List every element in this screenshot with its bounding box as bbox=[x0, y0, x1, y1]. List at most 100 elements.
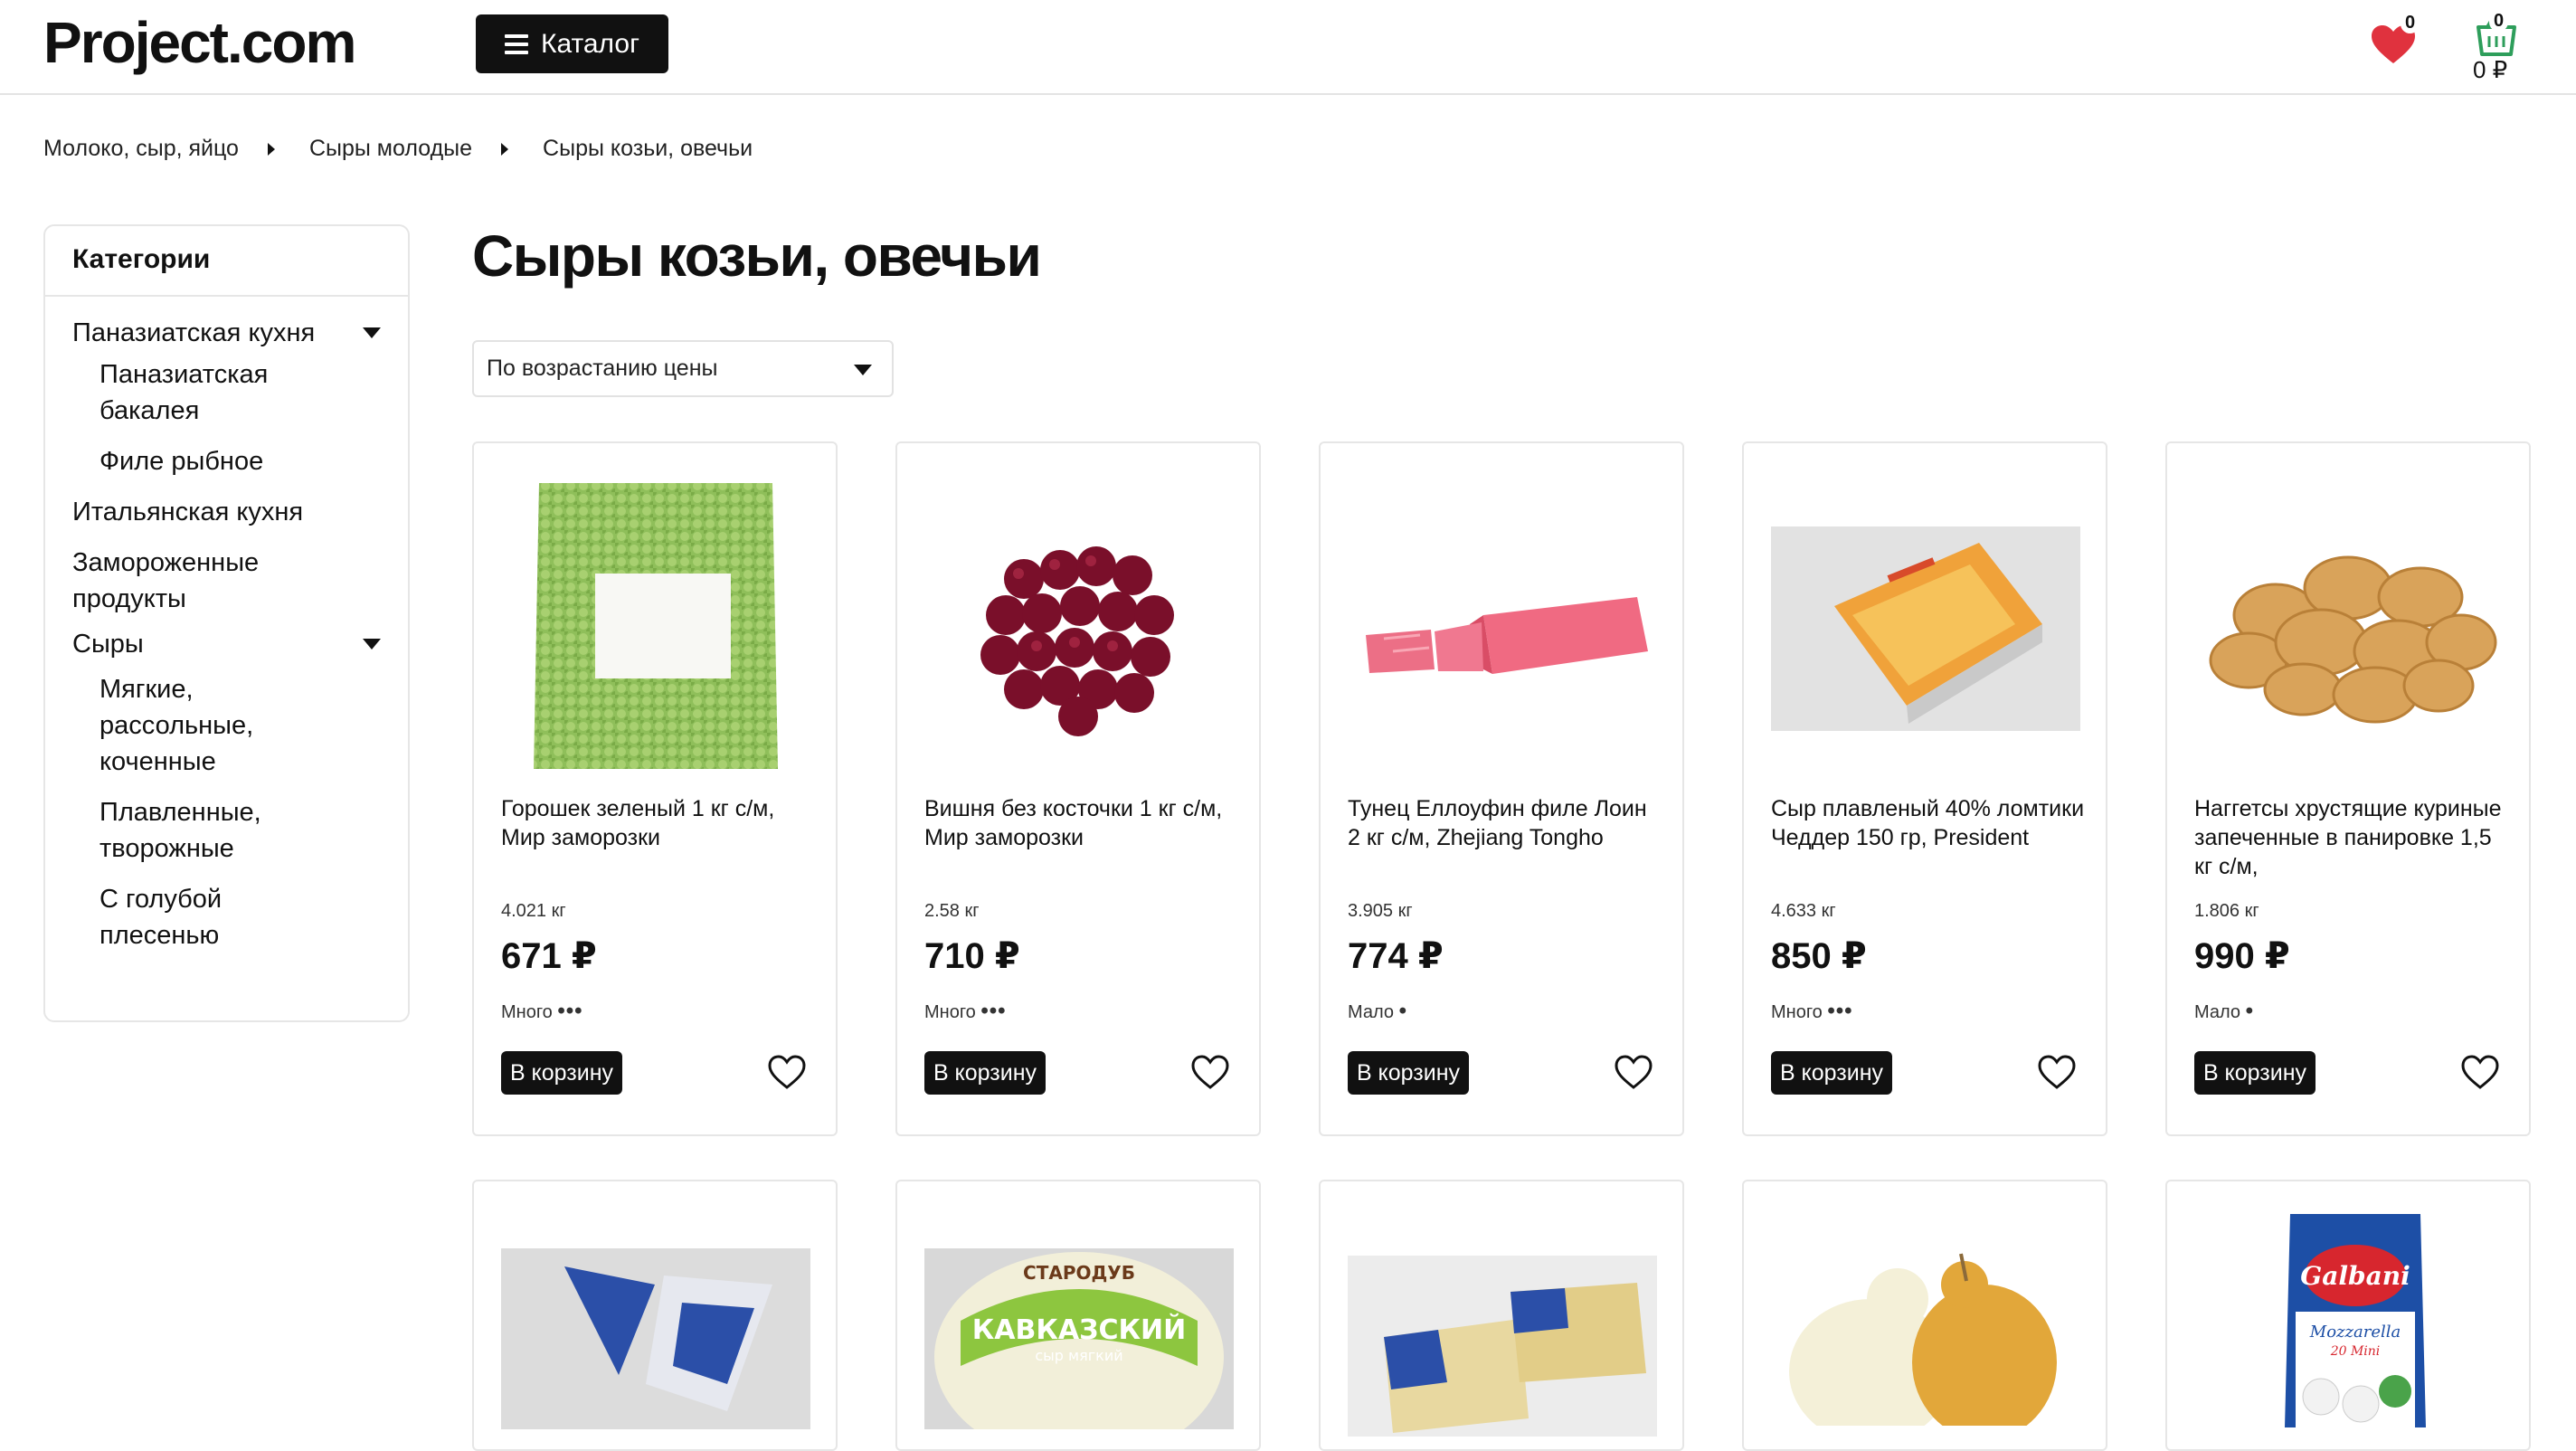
product-image-galbani-mozzarella[interactable]: Galbani Mozzarella 20 Mini bbox=[2194, 1210, 2504, 1427]
sidebar-title: Категории bbox=[45, 226, 408, 297]
category-item[interactable]: Паназиатская кухня bbox=[45, 315, 408, 351]
breadcrumb-item[interactable]: Сыры молодые bbox=[309, 136, 472, 162]
product-card[interactable] bbox=[472, 1180, 838, 1451]
heart-outline-icon[interactable] bbox=[2037, 1053, 2077, 1093]
product-card[interactable] bbox=[1742, 1180, 2107, 1451]
product-price: 774 ₽ bbox=[1348, 936, 1444, 976]
stock-label: Мало bbox=[1348, 1002, 1395, 1022]
product-card[interactable]: Тунец Еллоуфин филе Лоин 2 кг с/м, Zheji… bbox=[1319, 441, 1684, 1136]
favorites-count-badge: 0 bbox=[2401, 13, 2420, 33]
product-weight: 1.806 кг bbox=[2194, 901, 2259, 921]
product-name[interactable]: Горошек зеленый 1 кг с/м, Мир заморозки bbox=[501, 794, 818, 852]
category-item[interactable]: Замороженные продукты bbox=[45, 545, 408, 617]
product-name[interactable]: Вишня без косточки 1 кг с/м, Мир замороз… bbox=[924, 794, 1241, 852]
stock-level-dots: ••• bbox=[557, 999, 583, 1023]
heart-outline-icon[interactable] bbox=[767, 1053, 807, 1093]
add-to-cart-button[interactable]: В корзину bbox=[2194, 1051, 2316, 1095]
product-card[interactable]: Вишня без косточки 1 кг с/м, Мир замороз… bbox=[895, 441, 1261, 1136]
stock-level-dots: ••• bbox=[1827, 999, 1853, 1023]
product-image-green-peas[interactable] bbox=[501, 479, 810, 778]
add-to-cart-button[interactable]: В корзину bbox=[1771, 1051, 1892, 1095]
stock-level-dots: • bbox=[2245, 999, 2254, 1023]
product-weight: 4.633 кг bbox=[1771, 901, 1836, 921]
stock-status: Много ••• bbox=[924, 999, 1007, 1024]
product-name[interactable]: Тунец Еллоуфин филе Лоин 2 кг с/м, Zheji… bbox=[1348, 794, 1664, 852]
subcategory-item[interactable]: Паназиатская бакалея bbox=[45, 356, 408, 429]
cart-button[interactable]: 0 bbox=[2469, 9, 2524, 63]
breadcrumb-separator-icon bbox=[267, 142, 275, 156]
product-card[interactable] bbox=[1319, 1180, 1684, 1451]
product-card[interactable]: СТАРОДУБ КАВКАЗСКИЙ сыр мягкий bbox=[895, 1180, 1261, 1451]
cart-total: 0 ₽ bbox=[2473, 56, 2508, 83]
stock-status: Мало • bbox=[1348, 999, 1407, 1024]
cart-count-badge: 0 bbox=[2489, 11, 2509, 32]
category-list: Паназиатская кухня Паназиатская бакалея … bbox=[45, 297, 408, 953]
product-card[interactable]: Наггетсы хрустящие куриные запеченные в … bbox=[2165, 441, 2531, 1136]
product-image-cherries[interactable] bbox=[924, 479, 1234, 778]
stock-label: Много bbox=[1771, 1002, 1823, 1022]
product-image-kavkazsky-cheese[interactable]: СТАРОДУБ КАВКАЗСКИЙ сыр мягкий bbox=[924, 1248, 1234, 1429]
caret-down-icon[interactable] bbox=[363, 327, 381, 338]
cheese-brand-text: СТАРОДУБ bbox=[1023, 1262, 1135, 1284]
subcategory-item[interactable]: Мягкие, рассольные, коченные bbox=[45, 671, 408, 780]
galbani-mozzarella-package-image: Galbani Mozzarella 20 Mini bbox=[2285, 1214, 2426, 1427]
stock-label: Много bbox=[924, 1002, 976, 1022]
subcategory-label: Паназиатская бакалея bbox=[99, 360, 269, 425]
product-card[interactable]: Galbani Mozzarella 20 Mini bbox=[2165, 1180, 2531, 1451]
product-image-caciocavallo[interactable] bbox=[1771, 1245, 2080, 1426]
caciocavallo-cheese-image bbox=[1789, 1253, 2057, 1426]
cherries-image bbox=[980, 546, 1174, 736]
breadcrumb-separator-icon bbox=[501, 142, 509, 156]
product-price: 990 ₽ bbox=[2194, 936, 2290, 976]
tuna-fillet-image bbox=[1366, 597, 1648, 674]
add-to-cart-button[interactable]: В корзину bbox=[1348, 1051, 1469, 1095]
chicken-nuggets-image bbox=[2209, 555, 2497, 724]
heart-outline-icon[interactable] bbox=[2460, 1053, 2500, 1093]
top-header: Project.com Каталог 0 0 0 ₽ bbox=[0, 0, 2576, 95]
product-image-cheese-wedge[interactable] bbox=[501, 1248, 810, 1429]
catalog-button-label: Каталог bbox=[540, 28, 640, 59]
kavkazsky-cheese-image: СТАРОДУБ КАВКАЗСКИЙ сыр мягкий bbox=[924, 1248, 1234, 1429]
subcategory-label: С голубой плесенью bbox=[99, 885, 223, 950]
breadcrumb-item[interactable]: Молоко, сыр, яйцо bbox=[43, 136, 239, 162]
stock-status: Много ••• bbox=[501, 999, 583, 1024]
product-image-nuggets[interactable] bbox=[2194, 479, 2504, 778]
subcategory-item[interactable]: Плавленные, творожные bbox=[45, 794, 408, 867]
product-price: 850 ₽ bbox=[1771, 936, 1867, 976]
product-name[interactable]: Наггетсы хрустящие куриные запеченные в … bbox=[2194, 794, 2511, 881]
stock-status: Мало • bbox=[2194, 999, 2254, 1024]
product-name[interactable]: Сыр плавленый 40% ломтики Чеддер 150 гр,… bbox=[1771, 794, 2088, 852]
caret-down-icon[interactable] bbox=[363, 639, 381, 650]
add-to-cart-button[interactable]: В корзину bbox=[501, 1051, 622, 1095]
catalog-button[interactable]: Каталог bbox=[476, 14, 668, 73]
add-to-cart-button[interactable]: В корзину bbox=[924, 1051, 1046, 1095]
subcategory-label: Филе рыбное bbox=[99, 447, 264, 476]
product-weight: 4.021 кг bbox=[501, 901, 566, 921]
site-logo[interactable]: Project.com bbox=[43, 9, 356, 76]
category-label: Замороженные продукты bbox=[72, 548, 260, 613]
subcategory-item[interactable]: С голубой плесенью bbox=[45, 881, 408, 953]
stock-label: Много bbox=[501, 1002, 553, 1022]
breadcrumb-item-current[interactable]: Сыры козьи, овечьи bbox=[543, 136, 753, 162]
galbani-brand-text: Galbani bbox=[2300, 1261, 2410, 1291]
subcategory-label: Плавленные, творожные bbox=[99, 798, 261, 863]
breadcrumb: Молоко, сыр, яйцо Сыры молодые Сыры козь… bbox=[43, 136, 753, 162]
product-image-tuna[interactable] bbox=[1348, 479, 1657, 778]
sort-select[interactable]: По возрастанию цены bbox=[472, 340, 894, 397]
product-card[interactable]: Сыр плавленый 40% ломтики Чеддер 150 гр,… bbox=[1742, 441, 2107, 1136]
heart-outline-icon[interactable] bbox=[1614, 1053, 1653, 1093]
caret-down-icon bbox=[854, 365, 872, 375]
cheese-wedge-package-image bbox=[501, 1248, 810, 1429]
category-label: Сыры bbox=[72, 630, 144, 659]
product-image-president-cheddar[interactable] bbox=[1771, 479, 2080, 778]
cheese-label-text: КАВКАЗСКИЙ bbox=[972, 1313, 1186, 1346]
product-card[interactable]: Горошек зеленый 1 кг с/м, Мир заморозки … bbox=[472, 441, 838, 1136]
product-image-cheese-slices[interactable] bbox=[1348, 1256, 1657, 1437]
category-item[interactable]: Сыры bbox=[45, 626, 408, 662]
subcategory-item[interactable]: Филе рыбное bbox=[45, 443, 408, 479]
heart-outline-icon[interactable] bbox=[1190, 1053, 1230, 1093]
category-item[interactable]: Итальянская кухня bbox=[45, 494, 408, 530]
cheese-sub-text: сыр мягкий bbox=[1035, 1347, 1122, 1364]
favorites-button[interactable]: 0 bbox=[2368, 13, 2422, 67]
product-price: 710 ₽ bbox=[924, 936, 1020, 976]
